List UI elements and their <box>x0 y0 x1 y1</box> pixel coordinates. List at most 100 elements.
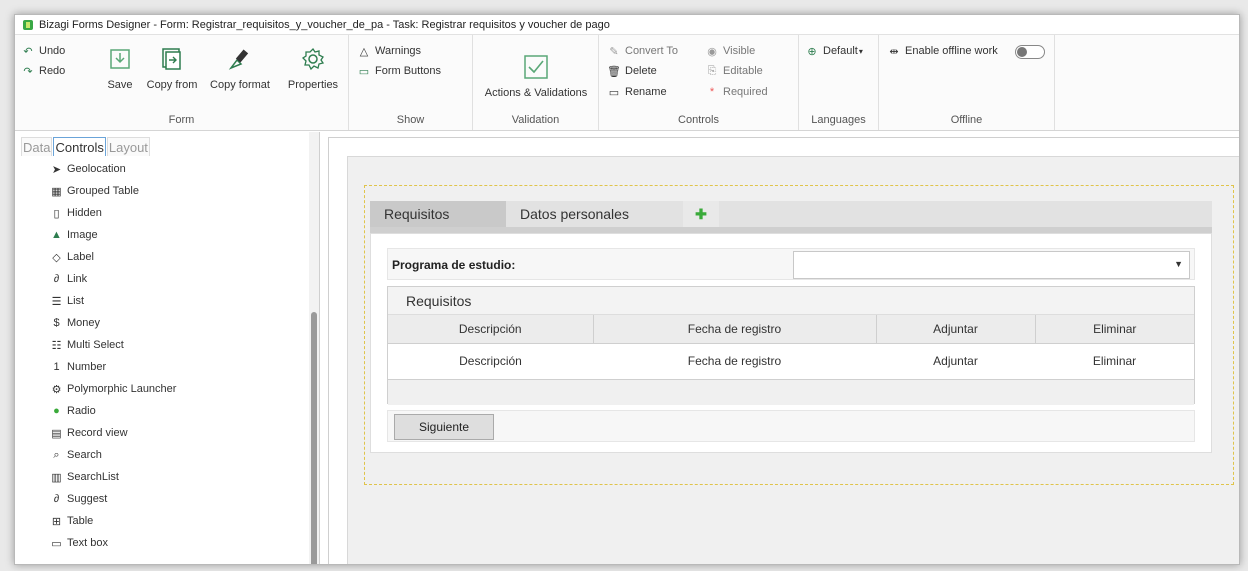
convert-to-button[interactable]: ✎ Convert To <box>607 45 678 58</box>
control-item-label: Search <box>67 449 102 461</box>
control-item-number[interactable]: 1 Number <box>15 356 307 378</box>
ribbon-group-label-offline: Offline <box>950 114 983 126</box>
table-row[interactable]: Descripción Fecha de registro Adjuntar E… <box>388 343 1194 380</box>
undo-button[interactable]: ↶ Undo <box>21 45 65 58</box>
image-icon: ▲ <box>51 229 62 241</box>
programa-select[interactable]: ▼ <box>793 251 1190 279</box>
control-item-text-box[interactable]: ▭ Text box <box>15 532 307 554</box>
table-icon: ⊞ <box>51 515 62 528</box>
tab-data[interactable]: Data <box>21 137 53 156</box>
copy-from-button[interactable]: Copy from <box>143 41 201 91</box>
ribbon: ↶ Undo ↷ Redo Save Copy from Copy format… <box>15 35 1239 131</box>
properties-button[interactable]: Properties <box>283 41 343 91</box>
form-tab-body: Programa de estudio: ▼ Requisitos Descri… <box>370 233 1212 453</box>
control-item-label: Polymorphic Launcher <box>67 383 177 395</box>
panel-scrollbar[interactable] <box>309 132 319 564</box>
control-item-suggest[interactable]: ∂ Suggest <box>15 488 307 510</box>
record-view-icon: ▤ <box>51 427 62 440</box>
add-tab-plus-icon[interactable]: ✚ <box>682 201 719 227</box>
programa-field-row: Programa de estudio: ▼ <box>387 248 1195 280</box>
ribbon-group-label-form: Form <box>168 114 195 126</box>
control-item-search[interactable]: ⌕ Search <box>15 444 307 466</box>
form-buttons-button[interactable]: ▭ Form Buttons <box>357 65 441 78</box>
col-header-fecha[interactable]: Fecha de registro <box>593 315 877 344</box>
label-icon: ◇ <box>52 251 61 264</box>
redo-button[interactable]: ↷ Redo <box>21 65 65 78</box>
control-item-label[interactable]: ◇ Label <box>15 246 307 268</box>
undo-icon: ↶ <box>23 45 33 58</box>
toggle-knob <box>1017 47 1027 57</box>
paintbrush-icon <box>226 45 254 73</box>
language-dropdown[interactable]: ⊕ Default ▾ <box>805 45 863 58</box>
geolocation-icon: ➤ <box>51 163 62 176</box>
control-item-list[interactable]: ☰ List <box>15 290 307 312</box>
rename-button[interactable]: ▭ Rename <box>607 86 667 99</box>
radio-icon: ● <box>53 405 60 417</box>
rename-icon: ▭ <box>608 86 620 99</box>
trash-icon: 🗑 <box>607 65 621 78</box>
ribbon-group-label-languages: Languages <box>811 114 866 126</box>
control-item-multi-select[interactable]: ☷ Multi Select <box>15 334 307 356</box>
control-item-label: Hidden <box>67 207 102 219</box>
window-title: Bizagi Forms Designer - Form: Registrar_… <box>39 18 610 31</box>
editable-icon: ⎘ <box>707 64 717 77</box>
control-item-label: Multi Select <box>67 339 124 351</box>
control-list: ➤ Geolocation ▦ Grouped Table ▯ Hidden ▲ Image ◇… <box>15 158 307 564</box>
chevron-down-icon: ▼ <box>1174 259 1183 269</box>
warnings-button[interactable]: △ Warnings <box>357 45 421 58</box>
checkmark-icon <box>522 53 550 81</box>
save-icon <box>106 45 134 73</box>
save-button[interactable]: Save <box>103 41 137 91</box>
required-button[interactable]: * Required <box>705 86 768 98</box>
programa-label: Programa de estudio: <box>392 258 516 272</box>
form-tab-requisitos[interactable]: Requisitos <box>370 201 506 227</box>
tab-controls[interactable]: Controls <box>53 137 106 156</box>
control-item-image[interactable]: ▲ Image <box>15 224 307 246</box>
gear-icon <box>299 45 327 73</box>
copy-format-button[interactable]: Copy format <box>203 41 277 91</box>
control-item-radio[interactable]: ● Radio <box>15 400 307 422</box>
cell-eliminar: Eliminar <box>1035 343 1194 380</box>
controls-panel: Data Controls Layout ➤ Geolocation ▦ Groupe… <box>15 132 320 564</box>
control-item-polymorphic-launcher[interactable]: ⚙ Polymorphic Launcher <box>15 378 307 400</box>
control-item-searchlist[interactable]: ▥ SearchList <box>15 466 307 488</box>
control-item-table[interactable]: ⊞ Table <box>15 510 307 532</box>
polymorphic-launcher-icon: ⚙ <box>51 383 62 396</box>
visible-button[interactable]: ◉ Visible <box>705 45 755 58</box>
control-item-grouped-table[interactable]: ▦ Grouped Table <box>15 180 307 202</box>
control-item-record-view[interactable]: ▤ Record view <box>15 422 307 444</box>
control-item-label: Money <box>67 317 101 329</box>
form-tab-datos-personales[interactable]: Datos personales <box>506 201 643 227</box>
list-icon: ☰ <box>51 295 62 308</box>
grid-header-row: Descripción Fecha de registro Adjuntar E… <box>388 315 1194 344</box>
ribbon-group-offline: ⇹ Enable offline work Offline <box>879 35 1055 130</box>
suggest-icon: ∂ <box>53 493 60 505</box>
title-bar: Bizagi Forms Designer - Form: Registrar_… <box>15 15 1239 35</box>
siguiente-button[interactable]: Siguiente <box>394 414 494 440</box>
ribbon-group-label-controls: Controls <box>678 114 719 126</box>
control-item-link[interactable]: ∂ Link <box>15 268 307 290</box>
editable-button[interactable]: ⎘ Editable <box>705 64 763 78</box>
actions-validations-button[interactable]: Actions & Validations <box>479 41 593 99</box>
col-header-adjuntar[interactable]: Adjuntar <box>876 315 1036 344</box>
offline-toggle[interactable] <box>1015 45 1045 59</box>
grouped-table-icon: ▦ <box>51 185 62 198</box>
control-item-hidden[interactable]: ▯ Hidden <box>15 202 307 224</box>
offline-icon: ⇹ <box>889 45 899 58</box>
money-icon: $ <box>53 317 60 329</box>
control-item-money[interactable]: $ Money <box>15 312 307 334</box>
control-item-geolocation[interactable]: ➤ Geolocation <box>15 158 307 180</box>
number-icon: 1 <box>53 361 60 373</box>
hidden-icon: ▯ <box>53 207 60 220</box>
form-buttons-icon: ▭ <box>358 65 370 78</box>
delete-button[interactable]: 🗑 Delete <box>607 65 657 78</box>
tab-layout[interactable]: Layout <box>106 137 150 156</box>
col-header-descripcion[interactable]: Descripción <box>388 315 594 344</box>
scrollbar-thumb[interactable] <box>311 312 317 564</box>
bizagi-app-icon <box>23 19 33 30</box>
ribbon-group-label-show: Show <box>396 114 425 126</box>
col-header-eliminar[interactable]: Eliminar <box>1035 315 1194 344</box>
cell-adjuntar: Adjuntar <box>876 343 1035 380</box>
asterisk-icon: * <box>709 86 715 98</box>
chevron-down-icon: ▾ <box>858 46 863 56</box>
